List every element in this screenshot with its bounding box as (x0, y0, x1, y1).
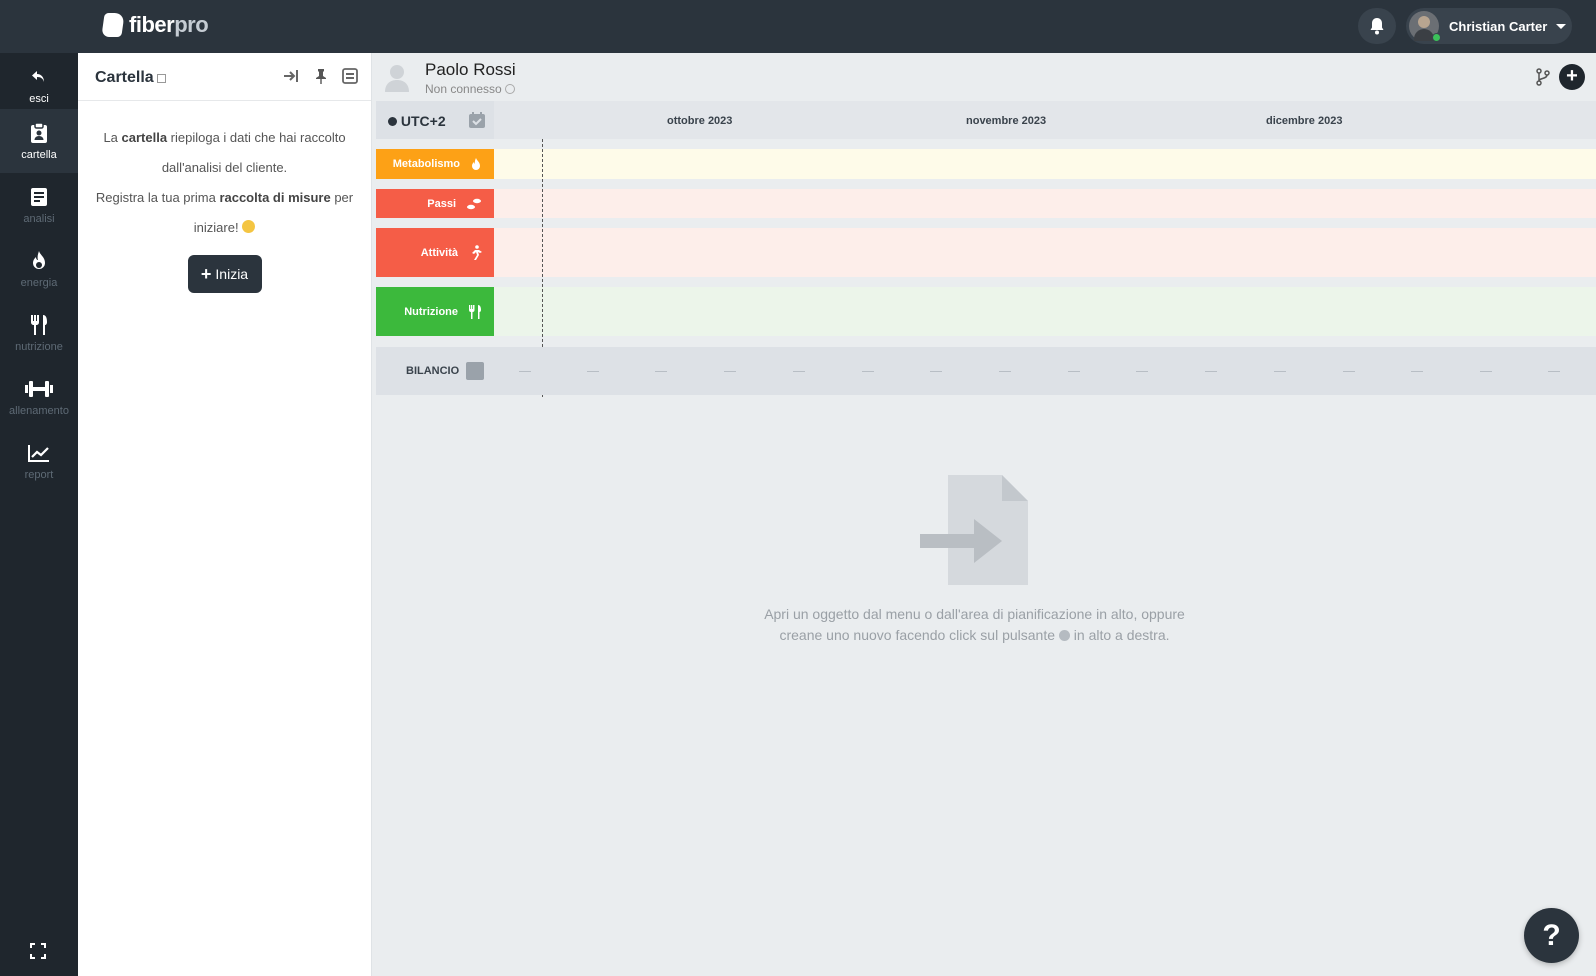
client-avatar-icon[interactable] (384, 62, 410, 92)
help-button[interactable]: ? (1524, 908, 1579, 963)
month-label: novembre 2023 (966, 115, 1047, 127)
nav-item-report[interactable]: report (0, 429, 78, 493)
balance-dash (1343, 371, 1355, 372)
flame-icon (472, 158, 480, 170)
balance-dash (862, 371, 874, 372)
bell-icon (1370, 18, 1384, 35)
balance-dash (1411, 371, 1423, 372)
side-nav: esci cartella analisi energia nutrizione… (0, 53, 78, 976)
timezone-label: UTC+2 (388, 113, 446, 129)
smile-emoji-icon (242, 220, 256, 233)
panel-body: La cartella riepiloga i dati che hai rac… (78, 101, 371, 293)
balance-dash (519, 371, 531, 372)
chevron-down-icon (1556, 23, 1567, 29)
months-header: ottobre 2023 novembre 2023 dicembre 2023 (494, 101, 1596, 139)
info-icon (505, 84, 516, 94)
plus-icon: + (200, 264, 212, 284)
user-name: Christian Carter (1449, 18, 1548, 34)
cartella-panel: Cartella La cartella riepiloga i dati ch… (78, 53, 372, 976)
open-file-icon (920, 475, 1028, 585)
balance-dash (1068, 371, 1080, 372)
fork-knife-icon (469, 304, 481, 319)
month-label: dicembre 2023 (1266, 115, 1343, 127)
app-logo[interactable]: fiberpro (101, 12, 209, 38)
layout-icon[interactable] (342, 68, 358, 84)
month-label: ottobre 2023 (667, 115, 733, 127)
nav-label: analisi (23, 213, 55, 225)
balance-dash (1548, 371, 1560, 372)
cta-text: Registra la tua prima raccolta di misure… (95, 190, 354, 235)
top-bar: fiberpro Christian Carter (0, 0, 1596, 53)
balance-dash (1205, 371, 1217, 372)
pin-icon[interactable] (313, 68, 329, 84)
logo-mark-icon (101, 13, 125, 37)
logo-text: fiberpro (129, 12, 209, 37)
nav-label: nutrizione (15, 341, 63, 353)
running-icon (472, 244, 482, 260)
flame-icon (30, 249, 48, 273)
main-area: Paolo Rossi Non connesso + UTC+2 ottobre… (372, 53, 1596, 976)
bar-chart-icon[interactable] (466, 362, 484, 380)
nav-label: esci (29, 93, 49, 105)
lane-nutrizione[interactable] (494, 287, 1596, 336)
balance-dash (793, 371, 805, 372)
balance-dash (655, 371, 667, 372)
nav-item-cartella[interactable]: cartella (0, 109, 78, 173)
nav-item-energia[interactable]: energia (0, 237, 78, 301)
notifications-button[interactable] (1358, 8, 1396, 44)
lane-attivita[interactable] (494, 228, 1596, 277)
balance-dash (1480, 371, 1492, 372)
user-menu[interactable]: Christian Carter (1406, 8, 1572, 44)
bilancio-label: BILANCIO (406, 365, 460, 377)
balance-dash (1274, 371, 1286, 372)
client-status: Non connesso (425, 82, 516, 96)
plus-circle-icon (1058, 630, 1070, 641)
user-avatar (1409, 11, 1441, 42)
category-passi[interactable]: Passi (376, 189, 494, 218)
nav-label: cartella (21, 149, 57, 161)
bilancio-row: BILANCIO (376, 347, 1596, 395)
clipboard-icon (30, 121, 48, 145)
nav-label: allenamento (9, 405, 69, 417)
balance-dash (587, 371, 599, 372)
add-button[interactable]: + (1559, 64, 1585, 90)
category-attivita[interactable]: Attività (376, 228, 494, 277)
panel-title: Cartella (95, 69, 154, 86)
branch-icon[interactable] (1535, 68, 1551, 86)
fork-knife-icon (29, 313, 49, 337)
lane-metabolismo[interactable] (494, 149, 1596, 179)
document-icon (30, 185, 48, 209)
balance-dash (724, 371, 736, 372)
dumbbell-icon (25, 377, 53, 401)
list-icon[interactable] (157, 74, 166, 83)
nav-item-nutrizione[interactable]: nutrizione (0, 301, 78, 365)
chart-line-icon (28, 441, 50, 465)
nav-item-analisi[interactable]: analisi (0, 173, 78, 237)
clock-icon (388, 117, 397, 126)
balance-dash (999, 371, 1011, 372)
balance-dash (930, 371, 942, 372)
empty-state-message: Apri un oggetto dal menu o dall'area di … (764, 606, 1185, 643)
nav-item-esci[interactable]: esci (0, 53, 78, 117)
back-arrow-icon (31, 65, 47, 89)
balance-dash (1136, 371, 1148, 372)
inizia-button[interactable]: + Inizia (187, 255, 262, 293)
collapse-panel-icon[interactable] (283, 68, 299, 84)
fullscreen-icon[interactable] (30, 943, 46, 959)
nav-label: report (24, 469, 54, 481)
client-header: Paolo Rossi Non connesso + (372, 53, 1596, 101)
lane-passi[interactable] (494, 189, 1596, 218)
panel-header: Cartella (78, 53, 371, 101)
timezone-cell[interactable]: UTC+2 (376, 101, 494, 139)
calendar-check-icon[interactable] (468, 111, 486, 129)
client-name[interactable]: Paolo Rossi (425, 60, 516, 80)
online-status-dot (1432, 33, 1441, 42)
category-metabolismo[interactable]: Metabolismo (376, 149, 494, 179)
nav-item-allenamento[interactable]: allenamento (0, 365, 78, 429)
footsteps-icon (467, 198, 481, 209)
nav-label: energia (20, 277, 58, 289)
category-nutrizione[interactable]: Nutrizione (376, 287, 494, 336)
intro-text: La cartella riepiloga i dati che hai rac… (103, 130, 346, 175)
